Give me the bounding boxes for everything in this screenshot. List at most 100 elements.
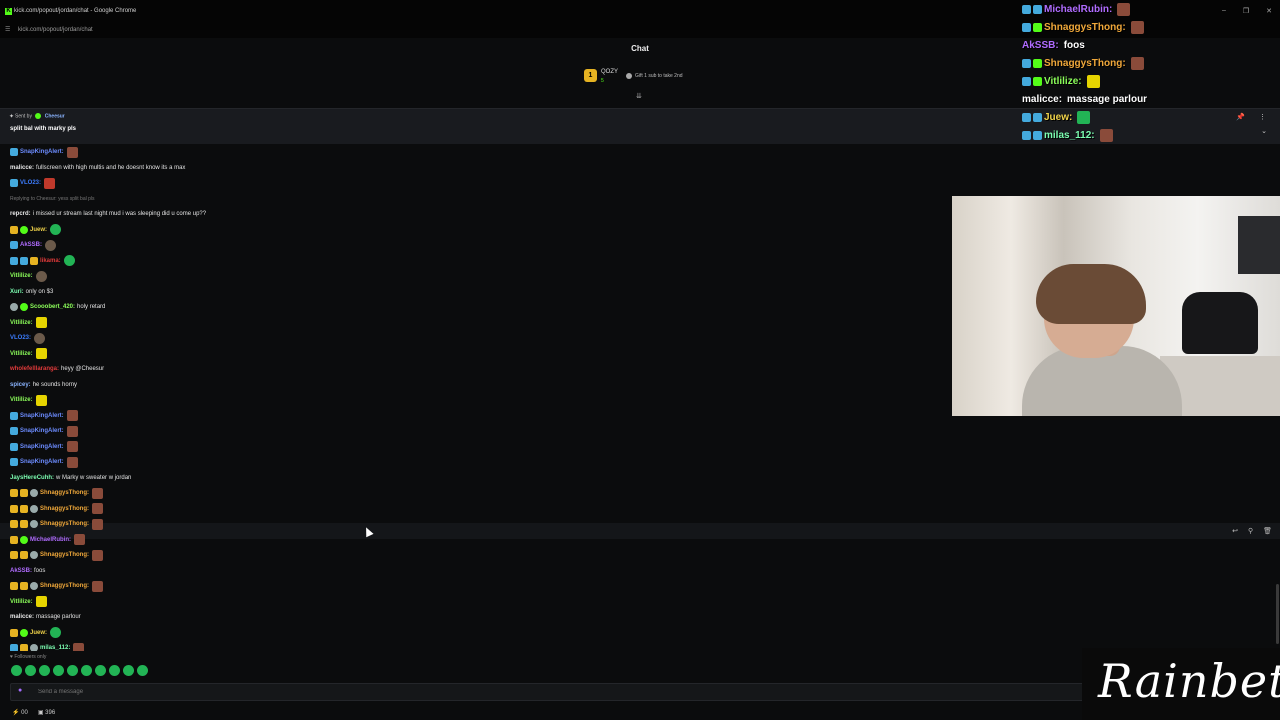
chat-scrollbar[interactable]	[1276, 584, 1279, 644]
chat-message[interactable]: SnapKingAlert:	[10, 145, 78, 159]
chat-message[interactable]: malicce: fullscreen with high multis and …	[10, 161, 185, 175]
chat-username[interactable]: SnapKingAlert:	[20, 459, 64, 465]
message-input[interactable]	[36, 688, 740, 696]
chat-message[interactable]: ShnaggysThong:	[10, 579, 103, 593]
pin-message-icon[interactable]: ⚲	[1248, 527, 1253, 535]
chat-message[interactable]: MichaelRubin:	[10, 533, 86, 547]
chat-username[interactable]: Vitlilize:	[10, 397, 33, 403]
chat-username[interactable]: ShnaggysThong:	[40, 521, 89, 527]
chat-message[interactable]: Vitlilize:	[10, 316, 47, 330]
emote-button[interactable]	[81, 665, 92, 676]
emote-icon[interactable]	[35, 596, 47, 607]
chat-message[interactable]: SnapKingAlert:	[10, 424, 78, 438]
chat-input-box[interactable]: ●	[10, 683, 1084, 701]
chat-username[interactable]: Vitlilize:	[10, 273, 33, 279]
emote-icon[interactable]	[50, 627, 62, 638]
emote-button[interactable]	[137, 665, 148, 676]
emote-icon[interactable]	[34, 332, 46, 344]
chat-username[interactable]: SnapKingAlert:	[20, 444, 64, 450]
chat-username[interactable]: SnapKingAlert:	[20, 149, 64, 155]
emote-icon[interactable]	[92, 518, 103, 530]
chat-username[interactable]: Juew:	[30, 630, 47, 636]
emote-icon[interactable]	[35, 348, 47, 359]
emote-button[interactable]	[25, 665, 36, 676]
chat-message[interactable]: ShnaggysThong:	[10, 548, 103, 562]
points-indicator[interactable]: ⚡ 00	[12, 709, 28, 716]
emote-icon[interactable]	[66, 425, 78, 437]
chat-message[interactable]: Vitlilize:	[10, 347, 47, 361]
delete-icon[interactable]: 🗑	[1263, 527, 1272, 535]
chat-username[interactable]: wholefelllaranga:	[10, 366, 59, 372]
emote-icon[interactable]	[45, 239, 57, 251]
chat-message[interactable]: VLO23:	[10, 176, 56, 190]
chat-username[interactable]: Vitlilize:	[10, 599, 33, 605]
emote-icon[interactable]	[44, 177, 56, 189]
expand-leaderboard-icon[interactable]: ⇊	[636, 92, 642, 100]
emote-icon[interactable]	[66, 410, 78, 421]
emote-button[interactable]	[123, 665, 134, 676]
chat-username[interactable]: likama:	[40, 258, 61, 264]
chat-username[interactable]: Vitlilize:	[10, 320, 33, 326]
chat-message[interactable]: SnapKingAlert:	[10, 409, 78, 423]
emote-icon[interactable]	[66, 441, 78, 452]
chat-username[interactable]: spicey:	[10, 382, 31, 388]
pinned-username[interactable]: Cheesur	[45, 113, 65, 119]
chat-message[interactable]: milas_112:	[10, 641, 85, 651]
emote-icon[interactable]	[35, 270, 47, 282]
emote-button[interactable]	[53, 665, 64, 676]
emote-icon[interactable]	[66, 146, 78, 158]
chat-username[interactable]: ShnaggysThong:	[40, 583, 89, 589]
chat-message[interactable]: Vitlilize:	[10, 595, 47, 609]
chat-message[interactable]: Vitlilize:	[10, 393, 47, 407]
emote-icon[interactable]	[92, 580, 103, 592]
chat-username[interactable]: Vitlilize:	[10, 351, 33, 357]
chat-message[interactable]: ShnaggysThong:	[10, 486, 103, 500]
chat-username[interactable]: Scooobert_420:	[30, 304, 75, 310]
emote-button[interactable]	[109, 665, 120, 676]
emote-icon[interactable]	[50, 224, 62, 235]
chat-username[interactable]: AkSSB:	[20, 242, 42, 248]
chat-message[interactable]: Vitlilize:	[10, 269, 47, 283]
chat-message[interactable]: ShnaggysThong:	[10, 517, 103, 531]
chat-username[interactable]: AkSSB:	[10, 568, 32, 574]
emote-button[interactable]	[67, 665, 78, 676]
chat-message[interactable]: JaysHereCuhh: w Marky w sweater w jordan	[10, 471, 131, 485]
chat-message[interactable]: SnapKingAlert:	[10, 455, 78, 469]
emote-icon[interactable]	[63, 255, 75, 266]
chat-feed[interactable]: SnapKingAlert: malicce: fullscreen with hi…	[0, 145, 900, 651]
emote-icon[interactable]	[73, 642, 85, 651]
chat-message[interactable]: AkSSB: foos	[10, 564, 45, 578]
site-info-icon[interactable]: ☰	[5, 26, 10, 33]
chat-username[interactable]: repcrd:	[10, 211, 31, 217]
chat-message[interactable]: Scooobert_420: holy retard	[10, 300, 105, 314]
emote-button[interactable]	[95, 665, 106, 676]
chat-username[interactable]: Juew:	[30, 227, 47, 233]
emote-icon[interactable]	[92, 487, 103, 499]
chat-username[interactable]: VLO23:	[10, 335, 31, 341]
chat-message[interactable]: Juew:	[10, 626, 62, 640]
chat-username[interactable]: ShnaggysThong:	[40, 506, 89, 512]
emote-icon[interactable]	[66, 456, 78, 468]
emote-button[interactable]	[11, 665, 22, 676]
chat-username[interactable]: JaysHereCuhh:	[10, 475, 54, 481]
chat-username[interactable]: VLO23:	[20, 180, 41, 186]
emote-button[interactable]	[39, 665, 50, 676]
chat-message[interactable]: likama:	[10, 254, 75, 268]
chat-message[interactable]: Xuri: only on $3	[10, 285, 53, 299]
chat-username[interactable]: Xuri:	[10, 289, 24, 295]
emote-icon[interactable]	[74, 534, 86, 545]
mic-icon[interactable]: ●	[18, 687, 22, 694]
chat-username[interactable]: ShnaggysThong:	[40, 552, 89, 558]
emote-icon[interactable]	[92, 503, 103, 514]
chat-message[interactable]: malicce: massage parlour	[10, 610, 81, 624]
chat-username[interactable]: SnapKingAlert:	[20, 413, 64, 419]
chat-message[interactable]: SnapKingAlert:	[10, 440, 78, 454]
reply-icon[interactable]: ↩	[1232, 527, 1238, 535]
gift-sub-prompt[interactable]: Gift 1 sub to take 2nd	[626, 73, 683, 79]
chat-username[interactable]: SnapKingAlert:	[20, 428, 64, 434]
chat-username[interactable]: ShnaggysThong:	[40, 490, 89, 496]
emote-icon[interactable]	[35, 394, 47, 406]
chat-username[interactable]: milas_112:	[40, 645, 70, 651]
emote-icon[interactable]	[35, 317, 47, 328]
chat-message[interactable]: Juew:	[10, 223, 62, 237]
